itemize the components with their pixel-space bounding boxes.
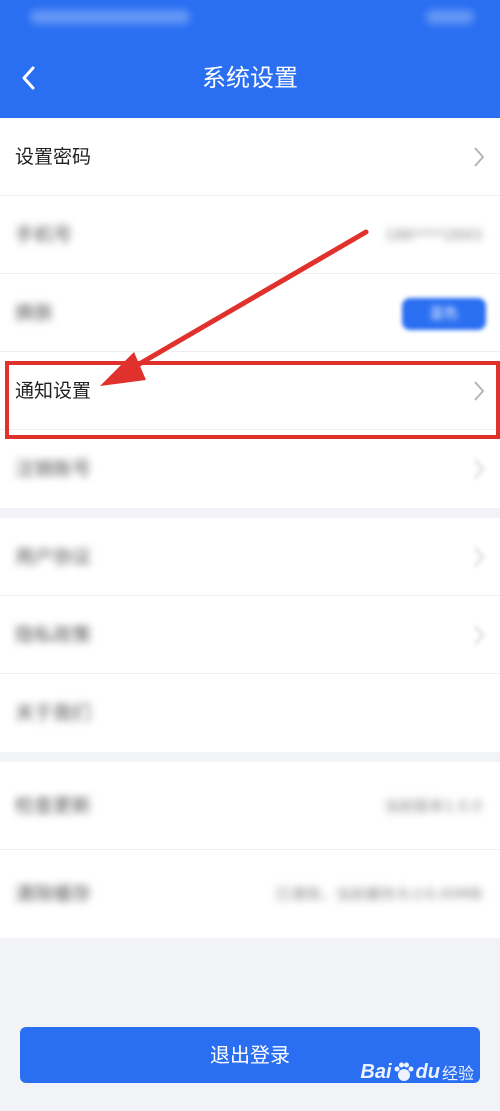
settings-item-check-update[interactable]: 检查更新 当前版本1.0.0 xyxy=(0,762,500,850)
settings-item-label: 换肤 xyxy=(15,302,54,324)
settings-item-label: 检查更新 xyxy=(15,795,92,817)
settings-item-label: 通知设置 xyxy=(15,380,92,402)
baidu-jingyan-watermark: Bai du 经验 xyxy=(360,1052,474,1092)
paw-icon xyxy=(394,1062,414,1081)
version-value: 当前版本1.0.0 xyxy=(383,797,482,815)
settings-item-label: 用户协议 xyxy=(15,546,92,568)
chevron-right-icon xyxy=(474,547,485,567)
settings-item-label: 关于我们 xyxy=(15,702,92,724)
settings-item-label: 设置密码 xyxy=(15,146,92,168)
page-title: 系统设置 xyxy=(202,64,298,92)
status-bar-left-info xyxy=(30,10,190,24)
settings-item-set-password[interactable]: 设置密码 xyxy=(0,118,500,196)
settings-item-label: 清除缓存 xyxy=(15,883,92,905)
chevron-right-icon xyxy=(474,381,485,401)
watermark-brand-b: du xyxy=(415,1060,440,1083)
navigation-bar: 系统设置 xyxy=(0,38,500,118)
status-bar xyxy=(0,0,500,38)
settings-item-label: 手机号 xyxy=(15,224,73,246)
settings-list: 设置密码 手机号 186****2693 换肤 蓝色 通知设置 注销账号 用户协… xyxy=(0,118,500,938)
watermark-brand-a: Bai xyxy=(360,1060,392,1083)
chevron-right-icon xyxy=(474,625,485,645)
settings-item-cancel-account[interactable]: 注销账号 xyxy=(0,430,500,508)
settings-item-clear-cache[interactable]: 清除缓存 已清除，当前缓存大小0.00MB xyxy=(0,850,500,938)
section-divider xyxy=(0,508,500,518)
watermark-suffix: 经验 xyxy=(441,1066,474,1083)
settings-item-privacy[interactable]: 隐私政策 xyxy=(0,596,500,674)
cache-value: 已清除，当前缓存大小0.00MB xyxy=(275,885,482,903)
settings-item-label: 隐私政策 xyxy=(15,624,92,646)
chevron-right-icon xyxy=(474,147,485,167)
settings-item-notification[interactable]: 通知设置 xyxy=(0,352,500,430)
theme-toggle[interactable]: 蓝色 xyxy=(402,298,486,330)
settings-item-user-agreement[interactable]: 用户协议 xyxy=(0,518,500,596)
phone-value: 186****2693 xyxy=(385,226,482,244)
status-bar-right-info xyxy=(426,10,474,24)
settings-item-about[interactable]: 关于我们 xyxy=(0,674,500,752)
settings-item-label: 注销账号 xyxy=(15,458,92,480)
settings-item-theme[interactable]: 换肤 蓝色 xyxy=(0,274,500,352)
settings-item-phone[interactable]: 手机号 186****2693 xyxy=(0,196,500,274)
theme-toggle-label: 蓝色 xyxy=(430,306,458,322)
section-divider xyxy=(0,752,500,762)
chevron-right-icon xyxy=(474,459,485,479)
